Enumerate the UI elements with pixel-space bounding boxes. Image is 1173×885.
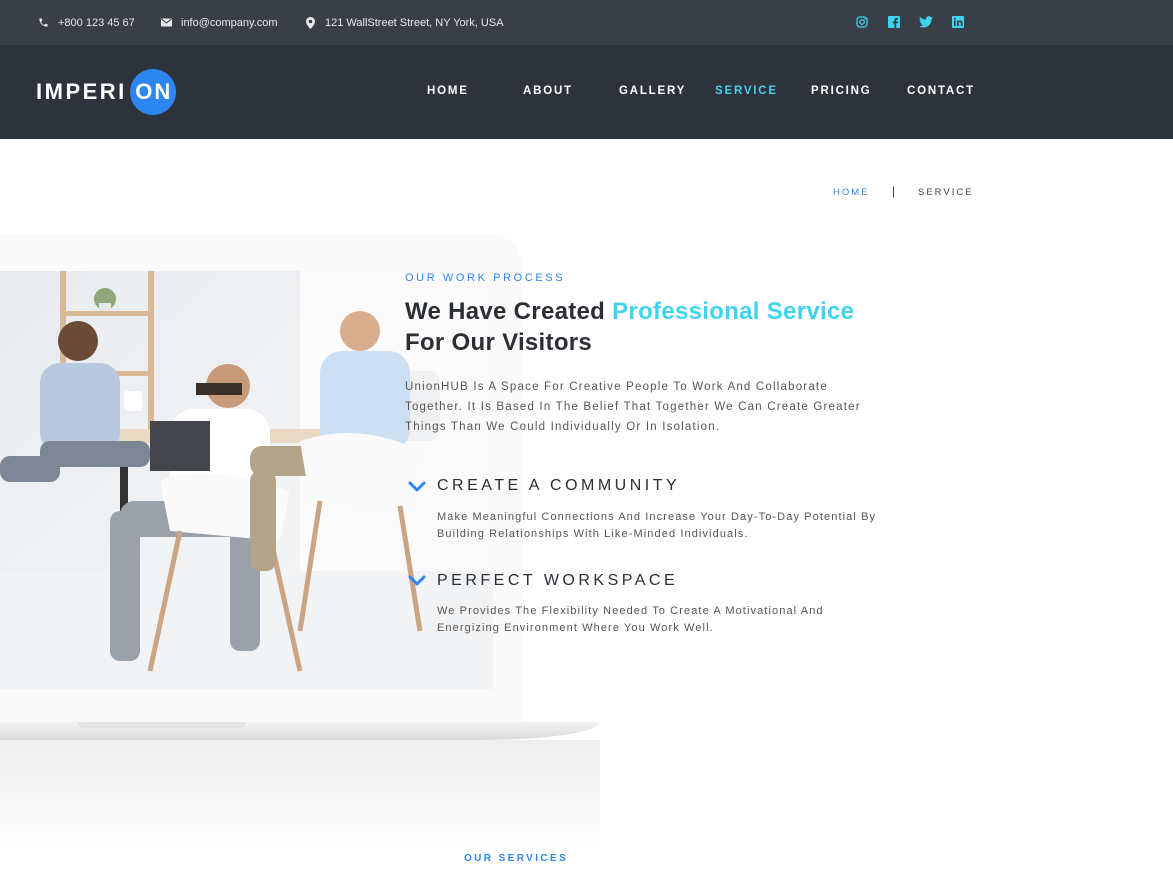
breadcrumb-separator: |: [892, 184, 898, 198]
nav-home[interactable]: HOME: [427, 85, 469, 97]
nav-gallery[interactable]: GALLERY: [619, 85, 686, 97]
instagram-icon[interactable]: [853, 13, 871, 31]
nav-pricing[interactable]: PRICING: [811, 85, 872, 97]
phone-number: +800 123 45 67: [58, 16, 135, 29]
feature-title[interactable]: CREATE A COMMUNITY: [437, 477, 680, 495]
twitter-icon[interactable]: [917, 13, 935, 31]
services-kicker: OUR SERVICES: [464, 853, 569, 864]
email-contact[interactable]: info@company.com: [159, 0, 278, 45]
top-contact-bar: +800 123 45 67 info@company.com 121 Wall…: [0, 0, 1173, 45]
breadcrumb-home[interactable]: HOME: [833, 187, 870, 198]
nav-about[interactable]: ABOUT: [523, 85, 573, 97]
site-logo[interactable]: IMPERI ON: [36, 69, 176, 115]
phone-icon: [36, 16, 50, 30]
map-pin-icon: [303, 16, 317, 30]
email-address: info@company.com: [181, 16, 278, 29]
section-intro: UnionHUB Is A Space For Creative People …: [405, 381, 861, 433]
nav-service[interactable]: SERVICE: [715, 85, 778, 97]
facebook-icon[interactable]: [885, 13, 903, 31]
section-kicker: OUR WORK PROCESS: [405, 272, 566, 284]
address-contact: 121 WallStreet Street, NY York, USA: [303, 0, 504, 45]
feature-description: Make Meaningful Connections And Increase…: [437, 511, 877, 540]
phone-contact[interactable]: +800 123 45 67: [36, 0, 135, 45]
logo-wordmark: IMPERI: [36, 79, 127, 104]
street-address: 121 WallStreet Street, NY York, USA: [325, 16, 504, 29]
laptop-notch: [78, 722, 246, 728]
mail-icon: [159, 16, 173, 30]
breadcrumb-current: SERVICE: [918, 187, 974, 198]
heading-highlight: Professional Service: [612, 298, 855, 325]
chevron-down-icon[interactable]: [407, 574, 427, 588]
nav-contact[interactable]: CONTACT: [907, 85, 975, 97]
heading-start: We Have Created: [405, 298, 606, 325]
feature-title[interactable]: PERFECT WORKSPACE: [437, 572, 678, 590]
main-header: IMPERI ON HOME ABOUT GALLERY SERVICE PRI…: [0, 45, 1173, 139]
logo-badge: ON: [129, 69, 176, 115]
linkedin-icon[interactable]: [949, 13, 967, 31]
section-heading: We Have Created Professional Service For…: [405, 296, 854, 358]
heading-end: For Our Visitors: [405, 329, 593, 356]
feature-description: We Provides The Flexibility Needed To Cr…: [437, 605, 824, 634]
chevron-down-icon[interactable]: [407, 480, 427, 494]
laptop-shadow: [0, 740, 600, 850]
